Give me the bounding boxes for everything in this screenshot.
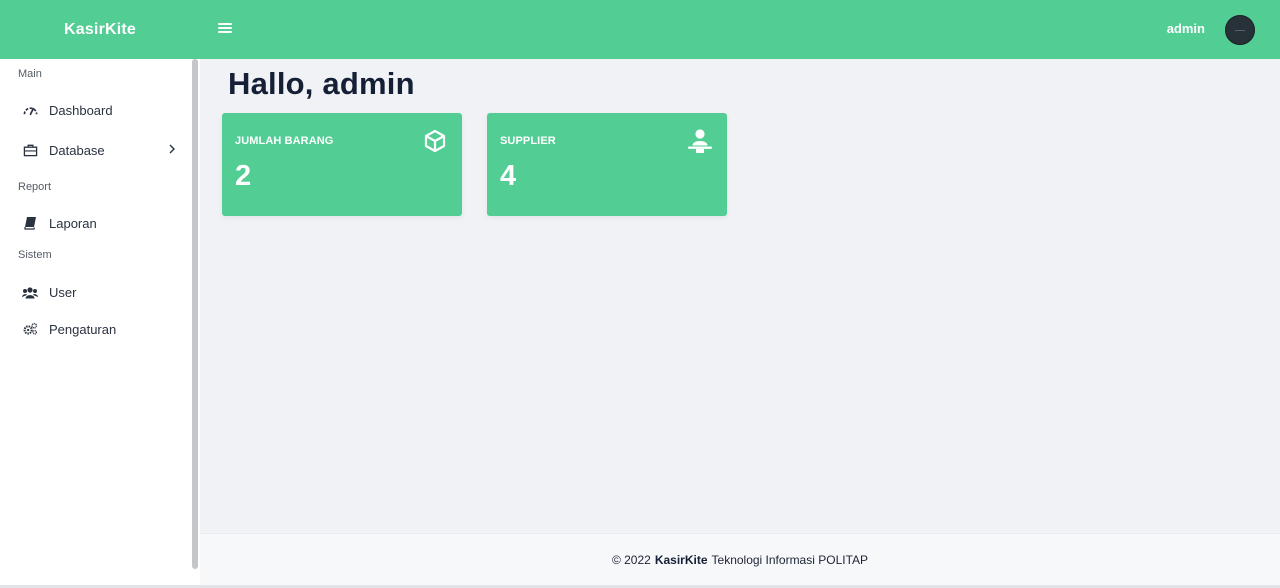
users-icon	[22, 284, 38, 300]
card-value: 2	[235, 160, 252, 192]
footer: © 2022 KasirKite Teknologi Informasi POL…	[200, 533, 1280, 586]
stat-card-jumlah-barang[interactable]: JUMLAH BARANG 2	[222, 113, 462, 216]
sidebar-section-report: Report	[18, 181, 52, 193]
sidebar-item-database[interactable]: Database	[0, 135, 190, 165]
sidebar-item-label: User	[49, 284, 77, 300]
user-avatar[interactable]	[1225, 15, 1255, 45]
sidebar-item-label: Dashboard	[49, 102, 113, 118]
sidebar-item-label: Pengaturan	[49, 321, 117, 337]
footer-copyright: © 2022	[611, 553, 651, 567]
sidebar-item-user[interactable]: User	[0, 277, 190, 307]
sidebar-item-label: Laporan	[49, 215, 97, 231]
brand-logo[interactable]: KasirKite	[0, 0, 200, 59]
person-icon	[687, 128, 713, 154]
top-header: KasirKite admin	[0, 0, 1280, 59]
gauge-icon	[22, 102, 38, 118]
page-title: Hallo, admin	[228, 66, 415, 101]
card-value: 4	[500, 160, 517, 192]
sidebar-item-pengaturan[interactable]: Pengaturan	[0, 314, 190, 344]
sidebar-scrollbar[interactable]	[192, 59, 198, 569]
sidebar: Main Dashboard Database Report Laporan S…	[0, 59, 200, 588]
chevron-right-icon	[168, 143, 176, 158]
hamburger-menu-icon[interactable]	[217, 21, 233, 35]
gears-icon	[22, 321, 38, 337]
stat-card-supplier[interactable]: SUPPLIER 4	[487, 113, 727, 216]
sidebar-item-laporan[interactable]: Laporan	[0, 208, 190, 238]
sidebar-section-main: Main	[18, 68, 42, 80]
sidebar-section-sistem: Sistem	[18, 249, 52, 261]
card-title: SUPPLIER	[500, 135, 556, 147]
sidebar-item-label: Database	[49, 142, 105, 158]
cube-icon	[422, 128, 448, 154]
footer-text: Teknologi Informasi POLITAP	[711, 553, 869, 567]
book-icon	[22, 215, 38, 231]
sidebar-item-dashboard[interactable]: Dashboard	[0, 95, 190, 125]
briefcase-icon	[22, 142, 38, 158]
user-name[interactable]: admin	[1167, 21, 1205, 36]
card-title: JUMLAH BARANG	[235, 135, 334, 147]
footer-brand: KasirKite	[654, 553, 708, 567]
